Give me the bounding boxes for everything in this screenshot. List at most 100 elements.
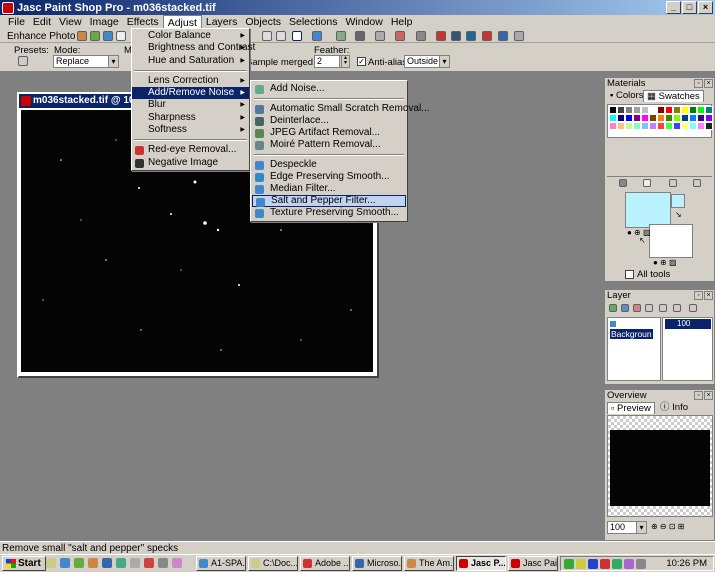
menu-objects[interactable]: Objects [241,15,285,29]
swatch-cell[interactable] [625,114,633,122]
menu-item-softness[interactable]: Softness [132,124,249,137]
menu-file[interactable]: File [4,15,29,29]
quicklaunch-media-icon[interactable] [172,558,182,568]
swatch-cell[interactable] [665,122,673,130]
menu-image[interactable]: Image [86,15,123,29]
overview-close-icon[interactable]: × [704,391,713,400]
swatch-grid[interactable] [607,104,713,138]
swatch-cell[interactable] [625,122,633,130]
edit-swatch-icon[interactable] [669,179,677,187]
swatch-cell[interactable] [617,114,625,122]
fg-small-swatch[interactable] [671,194,685,208]
layer-pin-icon[interactable]: ◦ [694,291,703,300]
menu-item-color-balance[interactable]: Color Balance [132,30,249,43]
menu-item-hue-and-saturation[interactable]: Hue and Saturation [132,55,249,68]
menu-item-add-noise[interactable]: Add Noise... [252,83,406,95]
menu-item-brightness-and-contrast[interactable]: Brightness and Contrast [132,42,255,55]
swatch-cell[interactable] [625,106,633,114]
swap-colors-icon[interactable]: ↘ [675,210,682,219]
menu-help[interactable]: Help [387,15,417,29]
overview-preview[interactable] [607,415,713,517]
text-tool-icon[interactable] [466,31,476,41]
zoom-input[interactable]: 100 [607,521,647,534]
swatch-cell[interactable] [705,122,713,130]
antialias-dropdown[interactable]: Outside [404,55,450,68]
object-selector-icon[interactable] [514,31,524,41]
menu-item-lens-correction[interactable]: Lens Correction [132,75,249,88]
app-icon[interactable] [2,1,14,14]
menu-item-despeckle[interactable]: Despeckle [252,159,406,171]
menu-item-jpeg-artifact-removal[interactable]: JPEG Artifact Removal... [252,127,406,139]
menu-item-salt-and-pepper-filter[interactable]: Salt and Pepper Filter... [252,195,406,207]
delete-swatch-icon[interactable] [693,179,701,187]
layer-row-background[interactable]: Backgroun [610,319,660,339]
zoom-buttons-icon[interactable]: ⊕ ⊖ ⊡ ⊞ [651,522,684,531]
quicklaunch-desktop-icon[interactable] [130,558,140,568]
swatch-cell[interactable] [705,114,713,122]
new-raster-layer-icon[interactable] [609,304,617,312]
minimize-button[interactable]: _ [666,1,681,14]
menu-item-add-remove-noise[interactable]: Add/Remove Noise [132,87,249,100]
quicklaunch-app-icon[interactable] [144,558,154,568]
quicklaunch-search-icon[interactable] [60,558,70,568]
tab-preview[interactable]: ▫ Preview [607,402,655,414]
quicklaunch-outlook-icon[interactable] [88,558,98,568]
new-mask-layer-icon[interactable] [633,304,641,312]
new-swatch-icon[interactable] [643,179,651,187]
pen-tool-icon[interactable] [498,31,508,41]
crop-icon[interactable] [262,31,272,41]
menu-item-automatic-small-scratch-removal[interactable]: Automatic Small Scratch Removal... [252,103,430,115]
mode-dropdown[interactable]: Replace [53,55,119,68]
pick-tool-icon[interactable] [312,31,322,41]
swatch-cell[interactable] [697,122,705,130]
swatch-cell[interactable] [609,122,617,130]
menu-item-blur[interactable]: Blur [132,99,249,112]
quicklaunch-ie-icon[interactable] [74,558,84,568]
fg-style-icon[interactable]: ● ⊕ ▨ [627,228,651,237]
auto-fix-icon[interactable] [77,31,87,41]
menu-item-edge-preserving-smooth[interactable]: Edge Preserving Smooth... [252,171,406,183]
menu-view[interactable]: View [55,15,86,29]
swatch-cell[interactable] [697,106,705,114]
swap-arrow-icon[interactable]: ↖ [639,236,646,245]
overview-pin-icon[interactable]: ◦ [694,391,703,400]
taskbar-button-jasc[interactable]: Jasc Pai... [508,556,558,571]
clone-brush-icon[interactable] [375,31,385,41]
quicklaunch-word-icon[interactable] [102,558,112,568]
swatch-cell[interactable] [673,106,681,114]
menu-item-red-eye-removal[interactable]: Red-eye Removal... [132,144,249,156]
airbrush-icon[interactable] [436,31,446,41]
swatch-cell[interactable] [657,122,665,130]
swatch-cell[interactable] [681,122,689,130]
swatch-cell[interactable] [681,114,689,122]
new-vector-layer-icon[interactable] [621,304,629,312]
foreground-swatch[interactable] [625,192,671,228]
restore-button[interactable]: □ [682,1,697,14]
swatch-cell[interactable] [609,106,617,114]
tray-security-icon[interactable] [576,559,586,569]
close-button[interactable]: × [698,1,713,14]
menu-item-moir-pattern-removal[interactable]: Moiré Pattern Removal... [252,139,406,151]
menu-item-sharpness[interactable]: Sharpness [132,112,249,125]
menu-item-negative-image[interactable]: Negative Image [132,157,249,169]
tab-info[interactable]: ⓘ Info [657,402,691,414]
swatch-view-icon[interactable] [619,179,627,187]
tray-update-icon[interactable] [612,559,622,569]
quicklaunch-excel-icon[interactable] [116,558,126,568]
swatch-cell[interactable] [665,106,673,114]
preset-selection-icon[interactable] [18,56,28,66]
swatch-cell[interactable] [609,114,617,122]
swatch-cell[interactable] [657,114,665,122]
taskbar-button-jasc-active[interactable]: Jasc P... [456,556,506,571]
swatch-cell[interactable] [641,106,649,114]
tab-swatches[interactable]: ▦ Swatches [643,90,704,102]
layer-props-icon[interactable] [689,304,697,312]
color-fix-icon[interactable] [90,31,100,41]
taskbar-button-adobe[interactable]: Adobe ... [300,556,350,571]
retouch-icon[interactable] [395,31,405,41]
menu-selections[interactable]: Selections [285,15,341,29]
menu-effects[interactable]: Effects [123,15,163,29]
delete-layer-icon[interactable] [673,304,681,312]
swatch-cell[interactable] [633,122,641,130]
tab-colors[interactable]: ▪ Colors [607,90,646,102]
